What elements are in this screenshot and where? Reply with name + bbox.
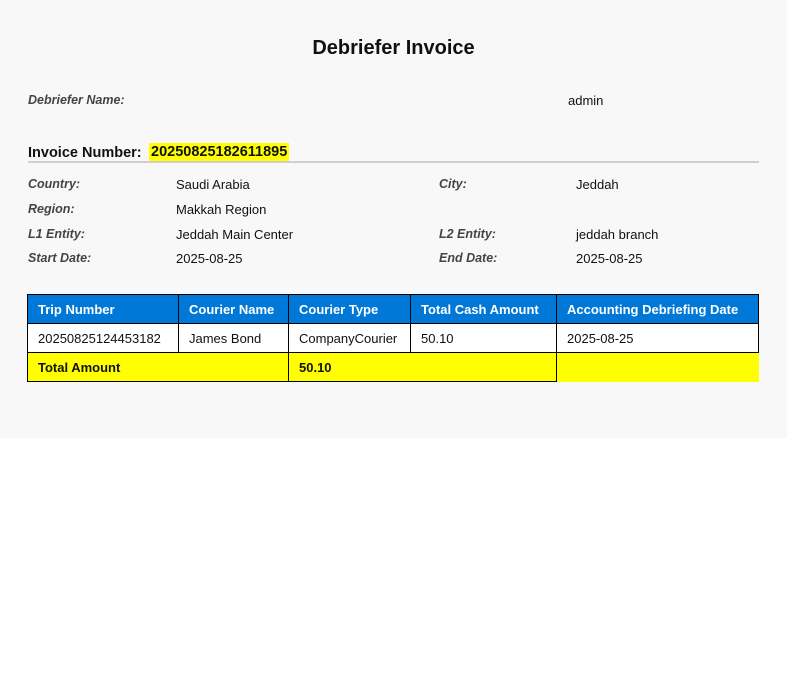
debriefer-name-label: Debriefer Name:	[28, 93, 125, 107]
invoice-number-row: Invoice Number: 20250825182611895	[28, 143, 759, 163]
country-value: Saudi Arabia	[176, 177, 250, 192]
trips-table: Trip Number Courier Name Courier Type To…	[27, 294, 759, 382]
header-accounting-debriefing-date: Accounting Debriefing Date	[556, 294, 759, 324]
start-date-value: 2025-08-25	[176, 251, 243, 266]
invoice-number-label: Invoice Number:	[28, 145, 142, 161]
end-date-value: 2025-08-25	[576, 251, 643, 266]
total-row-filler	[556, 352, 759, 382]
cell-trip-number: 20250825124453182	[27, 323, 179, 353]
region-label: Region:	[28, 202, 75, 216]
table-header-row: Trip Number Courier Name Courier Type To…	[27, 294, 759, 324]
l1-entity-value: Jeddah Main Center	[176, 227, 294, 242]
end-date-label: End Date:	[439, 251, 498, 265]
invoice-sheet: Debriefer Invoice Debriefer Name: admin …	[0, 0, 787, 438]
l2-entity-label: L2 Entity:	[439, 227, 496, 241]
cell-courier-type: CompanyCourier	[288, 323, 411, 353]
header-courier-type: Courier Type	[288, 294, 411, 324]
l2-entity-value: jeddah branch	[576, 227, 659, 242]
table-row: 20250825124453182 James Bond CompanyCour…	[27, 323, 759, 353]
total-row: Total Amount 50.10	[27, 352, 759, 382]
city-label: City:	[439, 177, 467, 191]
header-trip-number: Trip Number	[27, 294, 179, 324]
country-label: Country:	[28, 177, 81, 191]
city-value: Jeddah	[576, 177, 619, 192]
header-total-cash-amount: Total Cash Amount	[410, 294, 557, 324]
l1-entity-label: L1 Entity:	[28, 227, 85, 241]
cell-accounting-debriefing-date: 2025-08-25	[556, 323, 759, 353]
total-amount-value: 50.10	[288, 352, 557, 382]
page-title: Debriefer Invoice	[312, 37, 475, 59]
cell-total-cash-amount: 50.10	[410, 323, 557, 353]
region-value: Makkah Region	[176, 202, 267, 217]
start-date-label: Start Date:	[28, 251, 92, 265]
total-amount-label: Total Amount	[27, 352, 289, 382]
cell-courier-name: James Bond	[178, 323, 289, 353]
header-courier-name: Courier Name	[178, 294, 289, 324]
invoice-number-value: 20250825182611895	[149, 143, 290, 161]
debriefer-name-value: admin	[568, 93, 604, 108]
